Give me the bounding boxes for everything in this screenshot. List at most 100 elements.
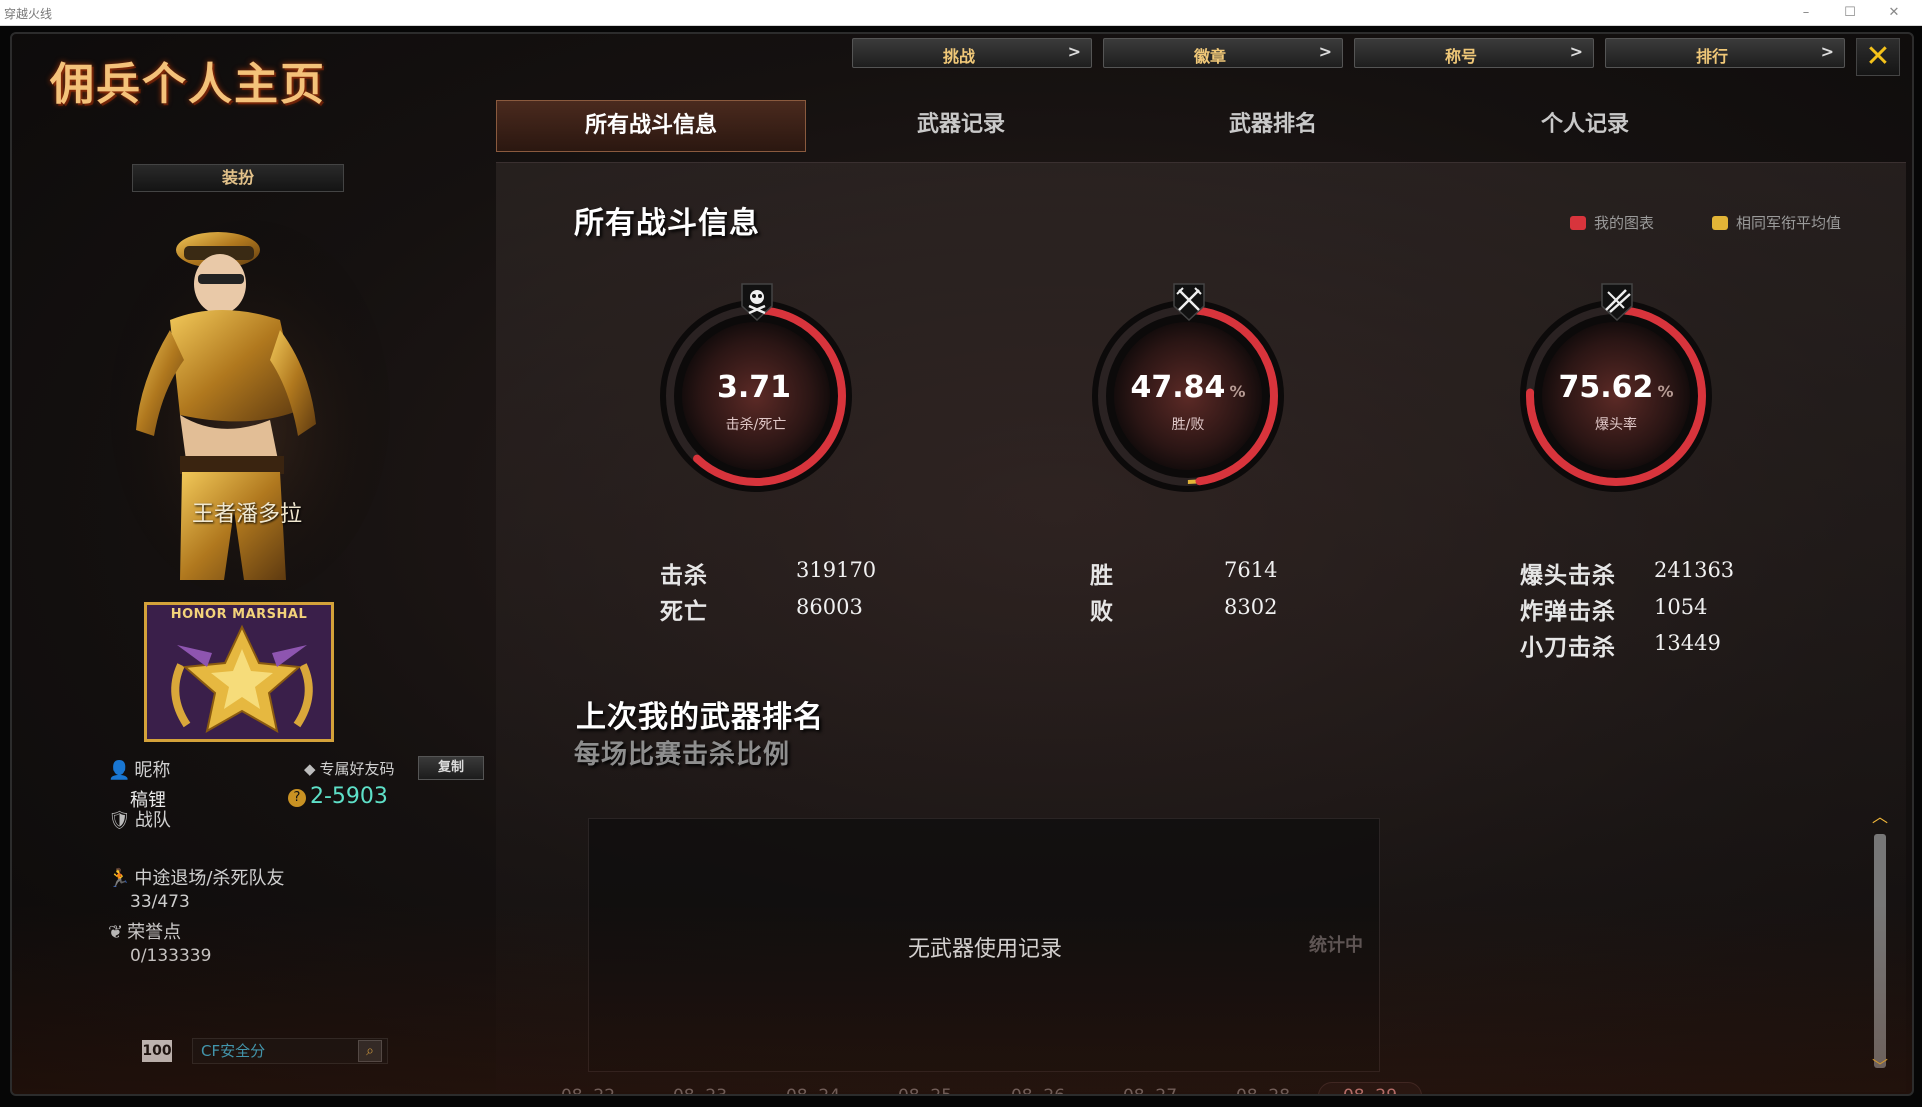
headshot-kills-value: 241363	[1654, 558, 1735, 582]
character-portrait	[110, 220, 390, 590]
tab-all-battle-info[interactable]: 所有战斗信息	[496, 100, 806, 152]
scrollbar-track[interactable]	[1874, 834, 1886, 1068]
stats-pending-text: 统计中	[1309, 935, 1363, 956]
nav-titles-label: 称号	[1444, 47, 1477, 66]
deaths-label: 死亡	[660, 599, 708, 625]
nav-ranking-button[interactable]: 排行 >	[1605, 38, 1845, 68]
window-close-button[interactable]: ✕	[1872, 2, 1916, 24]
profile-frame: 佣兵个人主页 挑战 > 徽章 > 称号 > 排行 > ✕ 所有战斗信息 武器记录…	[10, 32, 1914, 1096]
kills-label: 击杀	[660, 563, 708, 589]
honor-value: 0/133339	[130, 946, 212, 966]
close-icon[interactable]: ✕	[1856, 38, 1900, 76]
search-icon[interactable]: ⌕	[358, 1040, 382, 1062]
wins-label: 胜	[1090, 563, 1114, 589]
legend-swatch-red	[1570, 216, 1586, 230]
friend-code-label-text: 专属好友码	[319, 760, 395, 778]
chevron-right-icon: >	[1569, 42, 1583, 61]
honor-label: ❦ 荣誉点	[108, 918, 181, 944]
honor-label-text: 荣誉点	[127, 922, 182, 943]
bomb-kills-value: 1054	[1654, 595, 1708, 619]
chevron-right-icon: >	[1318, 42, 1332, 61]
win-rate-gauge-value: 47.84%	[1088, 370, 1288, 405]
legend-rank-average-label: 相同军衔平均值	[1736, 214, 1842, 232]
legend-swatch-gold	[1712, 216, 1728, 230]
kd-value-number: 3.71	[716, 370, 792, 405]
legend-my-chart: 我的图表	[1570, 212, 1654, 233]
quit-value: 33/473	[130, 892, 190, 912]
scroll-up-icon[interactable]: ︿	[1868, 809, 1892, 825]
date-tab-0823[interactable]: 08. 23	[660, 1086, 740, 1094]
headshot-value-number: 75.62	[1558, 370, 1654, 405]
honor-marshal-emblem-icon	[171, 624, 313, 733]
diamond-icon: ◆	[304, 760, 316, 778]
bomb-kills-label: 炸弹击杀	[1520, 599, 1616, 625]
headshot-gauge-value: 75.62%	[1516, 370, 1716, 405]
app-window: 佣兵个人主页 挑战 > 徽章 > 称号 > 排行 > ✕ 所有战斗信息 武器记录…	[0, 26, 1922, 1107]
character-name: 王者潘多拉	[192, 502, 303, 527]
nickname-label-text: 昵称	[134, 760, 171, 781]
headshot-value-unit: %	[1657, 382, 1674, 401]
win-rate-value-unit: %	[1229, 382, 1246, 401]
team-label-text: 战队	[134, 810, 171, 831]
chevron-right-icon: >	[1067, 42, 1081, 61]
date-tab-0828[interactable]: 08. 28	[1223, 1086, 1303, 1094]
deaths-value: 86003	[796, 595, 863, 619]
maximize-button[interactable]: ☐	[1828, 2, 1872, 24]
scroll-down-icon[interactable]: ﹀	[1868, 1059, 1892, 1075]
question-icon[interactable]: ?	[288, 789, 306, 807]
shield-icon: 🛡	[108, 810, 131, 831]
win-rate-gauge-label: 胜/败	[1171, 417, 1205, 433]
nickname-label: 👤 昵称	[108, 756, 170, 782]
nav-challenge-button[interactable]: 挑战 >	[852, 38, 1092, 68]
dress-up-button[interactable]: 装扮	[132, 164, 344, 192]
wins-value: 7614	[1224, 558, 1278, 582]
tab-bar: 所有战斗信息 武器记录 武器排名 个人记录	[496, 100, 1896, 152]
crossed-guns-icon	[1601, 283, 1633, 322]
nav-titles-button[interactable]: 称号 >	[1354, 38, 1594, 68]
losses-label: 败	[1090, 599, 1114, 625]
weapon-ranking-title: 上次我的武器排名	[576, 700, 824, 735]
running-man-icon: 🏃	[108, 868, 131, 889]
date-tab-0825[interactable]: 08. 25	[885, 1086, 965, 1094]
date-tab-0826[interactable]: 08. 26	[998, 1086, 1078, 1094]
tab-weapon-ranking[interactable]: 武器排名	[1118, 100, 1428, 152]
crossed-swords-icon	[1173, 283, 1205, 322]
minimize-button[interactable]: –	[1784, 2, 1828, 24]
date-tab-0827[interactable]: 08. 27	[1110, 1086, 1190, 1094]
headshot-kills-label: 爆头击杀	[1520, 563, 1616, 589]
window-title: 穿越火线	[4, 7, 53, 21]
no-weapon-record-text: 无武器使用记录	[907, 937, 1062, 962]
win-rate-value-number: 47.84	[1130, 370, 1226, 405]
weapon-ranking-subtitle: 每场比赛击杀比例	[574, 740, 791, 770]
friend-code-label: ◆ 专属好友码	[304, 758, 395, 779]
quit-label-text: 中途退场/杀死队友	[134, 868, 285, 889]
losses-value: 8302	[1224, 595, 1278, 619]
user-icon: 👤	[108, 760, 131, 781]
date-tab-0824[interactable]: 08. 24	[773, 1086, 853, 1094]
battle-info-title: 所有战斗信息	[574, 206, 760, 241]
kd-gauge-value: 3.71	[656, 370, 856, 405]
skull-icon	[741, 283, 773, 322]
chevron-right-icon: >	[1820, 42, 1834, 61]
friend-code-value: ? 2-5903	[288, 784, 388, 809]
date-tab-0829[interactable]: 08. 29	[1318, 1082, 1422, 1094]
legend-rank-average: 相同军衔平均值	[1712, 212, 1841, 233]
tab-personal-records[interactable]: 个人记录	[1430, 100, 1740, 152]
friend-code-text: 2-5903	[310, 784, 388, 809]
nav-badges-label: 徽章	[1193, 47, 1226, 66]
kd-gauge-label: 击杀/死亡	[725, 417, 787, 433]
laurel-icon: ❦	[108, 922, 124, 943]
team-label: 🛡 战队	[108, 806, 171, 832]
headshot-gauge-label: 爆头率	[1595, 417, 1637, 433]
kills-value: 319170	[796, 558, 877, 582]
nav-badges-button[interactable]: 徽章 >	[1103, 38, 1343, 68]
knife-kills-value: 13449	[1654, 631, 1721, 655]
tab-weapon-records[interactable]: 武器记录	[806, 100, 1116, 152]
nav-ranking-label: 排行	[1695, 47, 1728, 66]
copy-button[interactable]: 复制	[418, 756, 484, 780]
window-titlebar: 穿越火线 – ☐ ✕	[0, 0, 1922, 26]
weapon-chart-area: 无武器使用记录 统计中	[588, 818, 1380, 1072]
rank-badge: HONOR MARSHAL	[144, 602, 334, 742]
quit-label: 🏃 中途退场/杀死队友	[108, 864, 285, 890]
date-tab-0822[interactable]: 08. 22	[548, 1086, 628, 1094]
